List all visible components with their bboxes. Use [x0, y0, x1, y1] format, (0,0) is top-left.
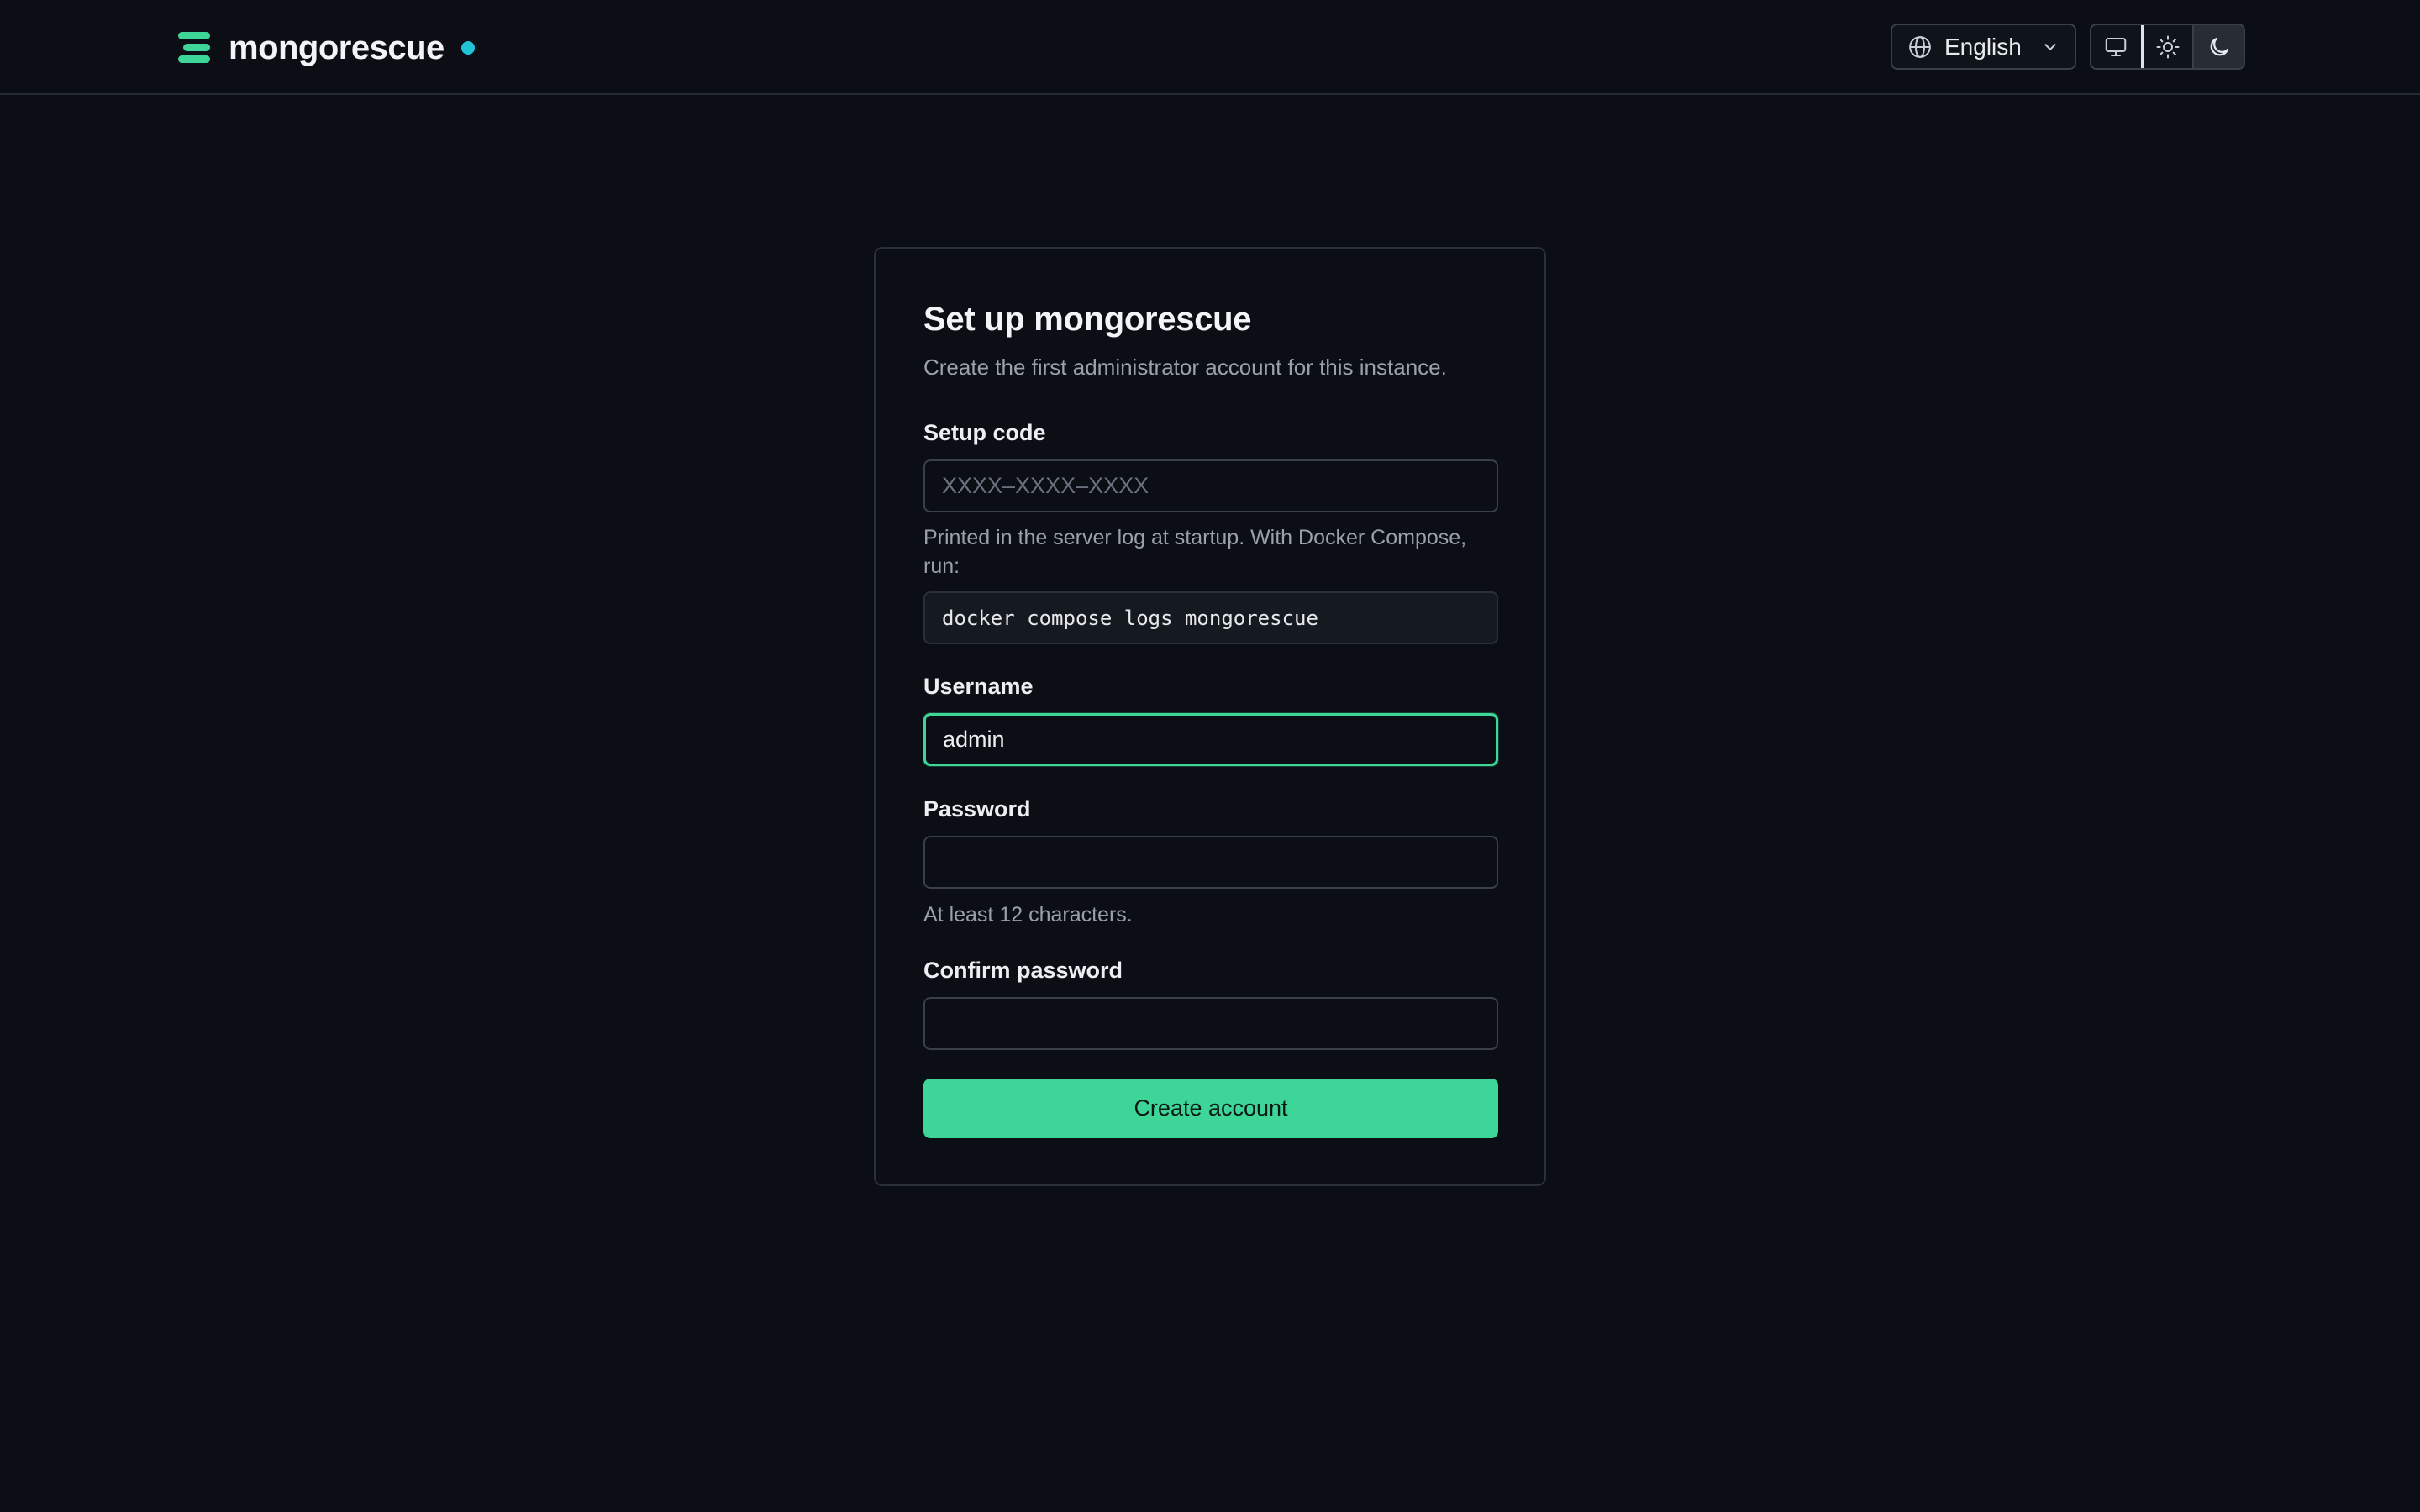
monitor-icon — [2106, 37, 2127, 56]
page-title: Set up mongorescue — [923, 301, 1252, 338]
password-label: Password — [923, 796, 1031, 822]
password-hint: At least 12 characters. — [923, 903, 1133, 927]
page-subtitle: Create the first administrator account f… — [923, 354, 1447, 380]
confirm-password-label: Confirm password — [923, 958, 1123, 983]
username-input[interactable] — [923, 713, 1498, 766]
brand-name: mongorescue — [229, 29, 445, 66]
database-stack-icon — [178, 32, 210, 63]
sun-icon — [2156, 35, 2180, 58]
moon-icon — [2210, 37, 2228, 55]
confirm-password-input[interactable] — [923, 997, 1498, 1050]
chevron-down-icon — [2044, 43, 2056, 50]
create-account-button[interactable]: Create account — [923, 1079, 1498, 1138]
globe-icon — [1909, 35, 1931, 58]
setup-card: Set up mongorescue Create the first admi… — [874, 247, 1546, 1186]
setup-code-hint: Printed in the server log at startup. Wi… — [923, 526, 1467, 578]
setup-code-input[interactable] — [923, 459, 1498, 512]
status-dot — [460, 41, 475, 55]
docker-command-code: docker compose logs mongorescue — [923, 591, 1498, 644]
top-bar: mongorescue English — [0, 0, 2420, 95]
theme-dark-button[interactable] — [2194, 25, 2244, 68]
theme-light-button[interactable] — [2144, 25, 2195, 68]
password-input[interactable] — [923, 836, 1498, 889]
language-select[interactable]: English — [1891, 24, 2076, 70]
setup-code-label: Setup code — [923, 420, 1046, 445]
username-label: Username — [923, 674, 1034, 699]
language-select-value: English — [1944, 33, 2022, 60]
theme-switcher — [2090, 24, 2245, 70]
brand[interactable]: mongorescue — [175, 28, 475, 68]
theme-system-button[interactable] — [2091, 25, 2144, 68]
